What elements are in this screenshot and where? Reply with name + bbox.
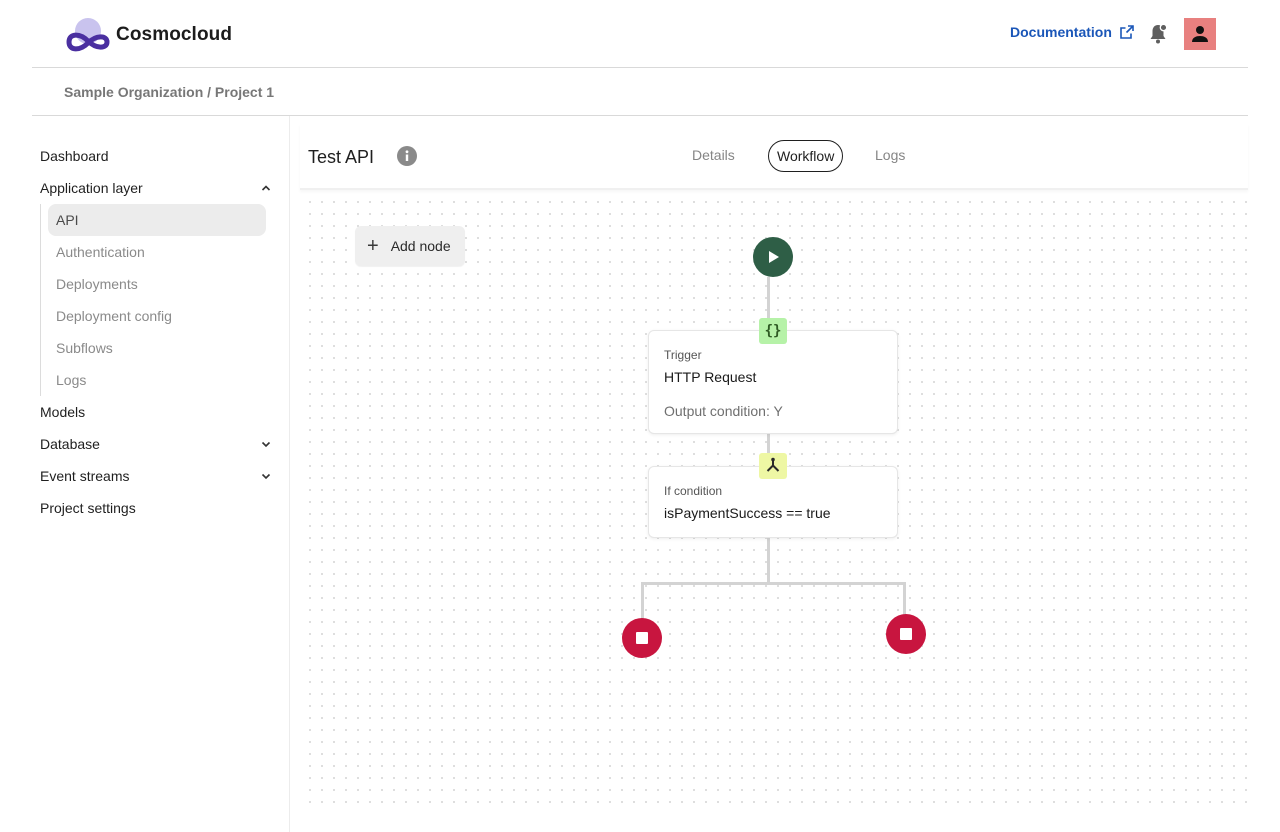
trigger-badge-icon: {} [759,318,787,344]
play-icon [769,251,779,263]
sidebar-item-project-settings[interactable]: Project settings [40,492,276,524]
sidebar-subitem-authentication[interactable]: Authentication [48,236,266,268]
sidebar-item-label: Dashboard [40,148,109,164]
tab-workflow[interactable]: Workflow [768,140,844,172]
page-title: Test API [308,147,375,167]
bell-icon[interactable] [1146,22,1170,46]
sidebar-item-dashboard[interactable]: Dashboard [40,140,276,172]
node-output-condition: Output condition: Y [664,403,783,419]
fork-icon [759,453,787,479]
stop-node-left[interactable] [622,618,662,658]
sidebar-item-label: Application layer [40,180,143,196]
external-link-icon [1120,25,1134,39]
connector-line [767,537,770,585]
plus-icon: + [367,235,379,257]
chevron-down-icon [261,441,271,448]
connector-line [641,582,644,620]
sidebar-subitem-logs[interactable]: Logs [48,364,266,396]
sidebar-item-event-streams[interactable]: Event streams [40,460,276,492]
sidebar-subitem-api[interactable]: API [48,204,266,236]
brand-name: Cosmocloud [116,24,233,45]
add-node-button[interactable]: + Add node [355,226,465,266]
node-kind: Trigger [664,348,702,362]
node-kind: If condition [664,484,723,498]
sidebar-subitem-subflows[interactable]: Subflows [48,332,266,364]
node-title: isPaymentSuccess == true [664,505,831,521]
connector-line [641,582,906,585]
chevron-down-icon [261,473,271,480]
stop-icon [636,632,648,644]
sidebar-item-models[interactable]: Models [40,396,276,428]
subnav-divider [40,204,41,396]
breadcrumb[interactable]: Sample Organization / Project 1 [64,84,274,100]
sidebar-subitem-deployments[interactable]: Deployments [48,268,266,300]
documentation-label: Documentation [1010,24,1112,40]
breadcrumb-bar: Sample Organization / Project 1 [32,68,1248,116]
start-node[interactable] [753,237,793,277]
connector-line [903,582,906,616]
top-bar: Cosmocloud Documentation [32,0,1248,68]
cosmocloud-logo-icon [64,16,112,54]
sidebar-item-label: Models [40,404,86,420]
node-title: HTTP Request [664,369,757,385]
sidebar: Dashboard Application layer API Authenti… [0,116,290,832]
sidebar-item-label: Database [40,436,100,452]
sidebar-item-database[interactable]: Database [40,428,276,460]
chevron-up-icon [261,185,271,191]
user-icon [1192,26,1208,42]
info-icon[interactable] [397,146,417,166]
add-node-label: Add node [390,238,451,254]
tab-logs[interactable]: Logs [867,140,913,172]
stop-node-right[interactable] [886,614,926,654]
trigger-node[interactable]: Trigger HTTP Request Output condition: Y [648,330,898,434]
sidebar-item-label: Project settings [40,500,136,516]
sidebar-subitem-deployment-config[interactable]: Deployment config [48,300,266,332]
stop-icon [900,628,912,640]
sidebar-item-label: Event streams [40,468,130,484]
brand-logo[interactable]: Cosmocloud [64,16,232,54]
tab-details[interactable]: Details [684,140,743,172]
user-avatar[interactable] [1184,18,1216,50]
documentation-link[interactable]: Documentation [1010,24,1135,40]
sidebar-item-application-layer[interactable]: Application layer [40,172,276,204]
api-header: Test API Details Workflow Logs [300,124,1248,190]
